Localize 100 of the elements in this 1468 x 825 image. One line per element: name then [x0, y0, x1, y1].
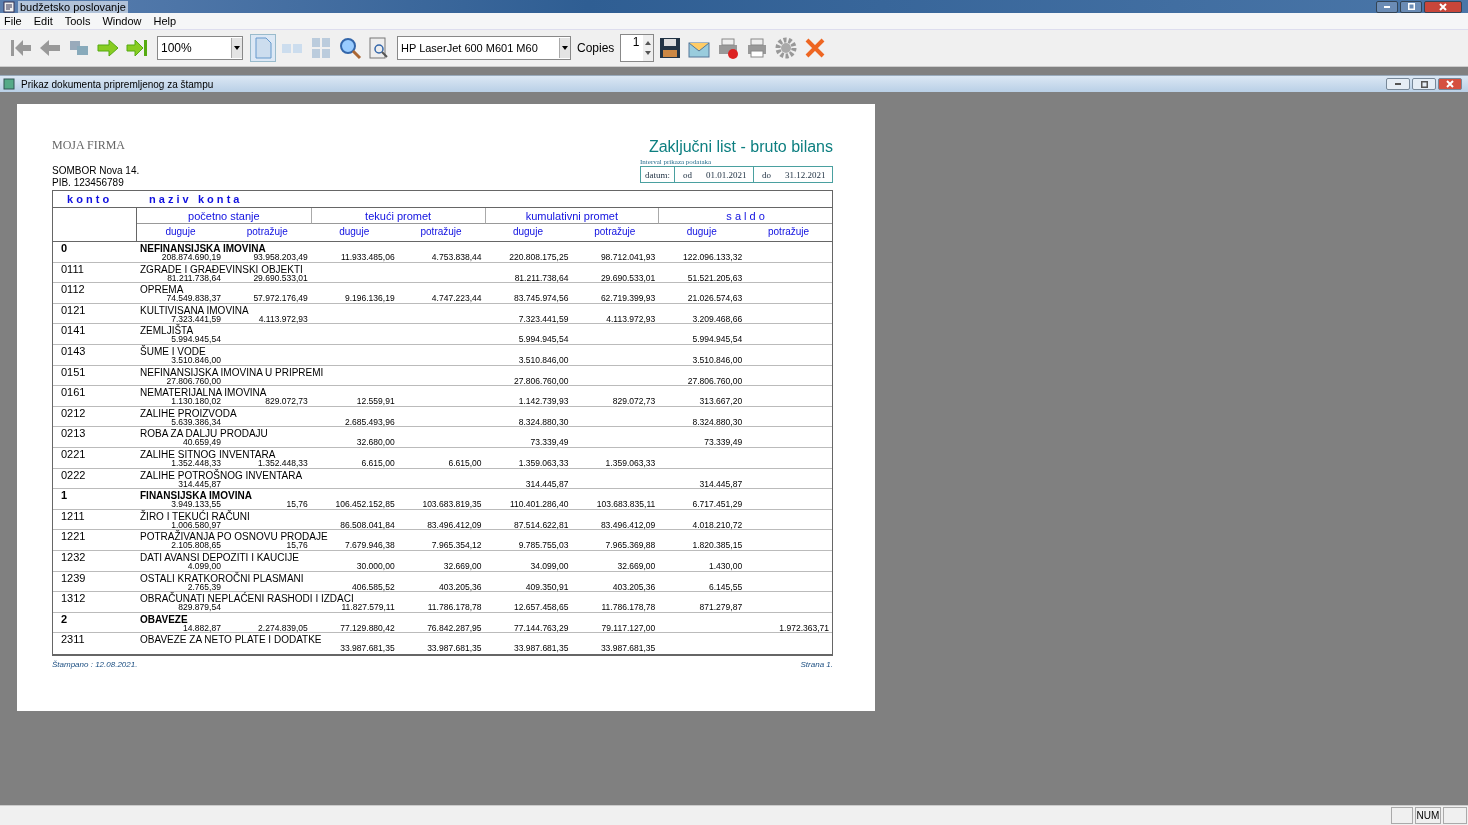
four-pages-icon	[309, 36, 333, 60]
column-group-header: kumulativni promet	[484, 208, 659, 224]
caret-icon	[233, 44, 241, 52]
menu-item[interactable]: Tools	[64, 15, 91, 27]
amount-cell-text: 5.994.945,54	[691, 334, 744, 345]
amount-cell-text: 32.669,00	[442, 560, 483, 571]
amount-cell-text: 77.129.880,42	[339, 622, 396, 633]
minimize-button[interactable]	[1376, 0, 1398, 13]
amount-cell-text: 1.130.180,02	[170, 396, 222, 407]
amount-cell-text: 83.745.974,56	[513, 293, 570, 304]
amount-cell-text: 51.521.205,63	[686, 272, 744, 283]
minimize-button[interactable]	[1386, 78, 1410, 90]
amount-cell-text: 57.972.176,49	[252, 293, 309, 304]
amount-cell-text: 93.958.203,49	[252, 252, 309, 262]
amount-cell-text: 3.510.846,00	[170, 354, 222, 365]
restore-button[interactable]	[1412, 78, 1436, 90]
amount-cell-text: 7.323.441,59	[517, 313, 570, 324]
amount-cell-text: 829.879,54	[177, 602, 222, 613]
amount-cell-text: 81.211.738,64	[513, 272, 570, 283]
amount-cell-text: 1.352.448,33	[258, 457, 309, 468]
restore-icon	[1420, 80, 1428, 88]
amount-cell-text: 81.211.738,64	[167, 272, 221, 283]
amount-cell-text: 4.099,00	[187, 560, 221, 571]
amount-cell-text: 21.026.574,63	[686, 293, 744, 304]
amount-cell-text: 1.359.063,33	[517, 457, 570, 468]
amount-cell-text: 29.690.533,01	[253, 272, 309, 283]
gear-icon	[774, 36, 799, 60]
amount-cell-text: 11.786.178,78	[600, 602, 657, 613]
account-name: FINANSIJSKA IMOVINA	[139, 489, 253, 500]
from-label: od	[683, 169, 692, 180]
account-code: 1312	[60, 592, 87, 607]
amount-cell-text: 4.113.972,93	[257, 313, 309, 324]
account-code: 0141	[60, 324, 87, 339]
zoom-dropdown[interactable]: 100%	[157, 36, 243, 60]
account-name: NEFINANSIJSKA IMOVINA	[139, 242, 267, 252]
column-header: duguje	[338, 225, 371, 239]
column-header: potražuje	[245, 225, 289, 239]
amount-cell-text: 1.142.739,93	[517, 396, 570, 407]
amount-cell-text: 83.496.412,09	[426, 519, 483, 530]
printed-date: Štampano : 12.08.2021.	[52, 659, 138, 669]
account-name: ŽIRO I TEKUĆI RAČUNI	[139, 509, 251, 520]
amount-cell-text: 409.350,91	[524, 581, 570, 592]
account-name: ZALIHE PROIZVODA	[139, 406, 238, 417]
amount-cell-text: 32.669,00	[616, 560, 657, 571]
amount-cell-text: 27.806.760,00	[166, 375, 221, 386]
account-name: NEFINANSIJSKA IMOVINA U PRIPREMI	[139, 365, 325, 376]
column-group-header: s a l d o	[658, 208, 832, 224]
amount-cell-text: 103.683.835,11	[595, 499, 657, 510]
amount-cell-text: 27.806.760,00	[513, 375, 570, 386]
amount-cell-text: 314.445,87	[698, 478, 744, 489]
account-code: 1232	[60, 550, 87, 565]
amount-cell-text: 314.445,87	[177, 478, 221, 489]
from-date: 01.01.2021	[706, 169, 747, 180]
amount-cell-text: 74.549.838,37	[165, 293, 222, 304]
menu-item[interactable]: Help	[153, 15, 177, 27]
amount-cell-text: 1.820.385,15	[691, 540, 744, 551]
amount-cell-text: 1.972.363,71	[778, 622, 830, 633]
account-name: ŠUME I VODE	[139, 344, 207, 355]
printer-dropdown[interactable]: HP LaserJet 600 M601 M60	[397, 36, 571, 60]
restore-icon	[1407, 3, 1415, 10]
to-label: do	[762, 169, 771, 180]
account-code: 0112	[60, 283, 86, 298]
restore-button[interactable]	[1400, 0, 1422, 13]
amount-cell-text: 871.279,87	[698, 602, 744, 613]
menu-item[interactable]: File	[4, 15, 22, 27]
account-code: 0222	[60, 468, 87, 483]
account-name: OBRAČUNATI NEPLAĆENI RASHODI I IZDACI	[139, 592, 354, 603]
amount-cell-text: 3.209.468,66	[691, 313, 744, 324]
page-number: Strana 1.	[800, 659, 833, 669]
amount-cell-text: 5.994.945,54	[517, 334, 570, 345]
single-page-button[interactable]	[250, 34, 276, 62]
account-name: POTRAŽIVANJA PO OSNOVU PRODAJE	[139, 530, 329, 541]
copies-field[interactable]: 1	[620, 34, 655, 62]
account-code: 2311	[60, 633, 86, 648]
account-code: 1239	[60, 571, 87, 586]
menu-item[interactable]: Window	[102, 15, 142, 27]
column-header: duguje	[164, 225, 197, 239]
close-button[interactable]	[1438, 78, 1462, 90]
date-label: datum:	[644, 168, 671, 182]
account-code: 0121	[60, 303, 87, 318]
amount-cell-text: 8.324.880,30	[691, 416, 744, 427]
amount-cell-text: 406.585,52	[351, 581, 396, 592]
amount-cell-text: 8.324.880,30	[517, 416, 570, 427]
account-code: 0221	[60, 447, 87, 462]
account-code: 0111	[60, 262, 85, 277]
account-code: 1	[60, 489, 69, 504]
column-header: potražuje	[767, 225, 811, 239]
amount-cell-text: 77.144.763,29	[513, 622, 570, 633]
amount-cell-text: 7.679.946,38	[344, 540, 396, 551]
amount-cell-text: 12.657.458,65	[513, 602, 570, 613]
close-button[interactable]	[1424, 0, 1462, 13]
menu-item[interactable]: Edit	[33, 15, 53, 27]
account-code: 0143	[60, 344, 87, 359]
amount-cell-text: 829.072,73	[611, 396, 657, 407]
company-address: SOMBOR Nova 14.	[52, 165, 140, 177]
amount-cell-text: 9.196.136,19	[344, 293, 396, 304]
amount-cell-text: 1.006.580,97	[170, 519, 221, 530]
amount-cell-text: 4.747.223,44	[430, 293, 483, 304]
account-name: ZEMLJIŠTA	[139, 324, 194, 335]
close-icon	[1445, 79, 1455, 89]
